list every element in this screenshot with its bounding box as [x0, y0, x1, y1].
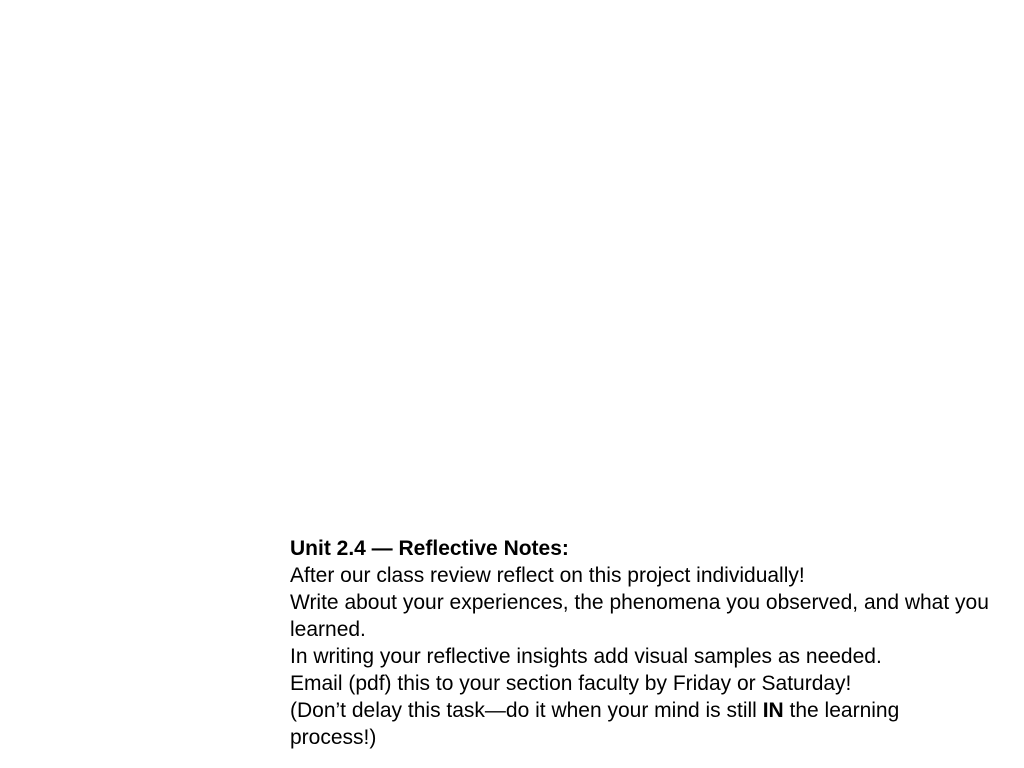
notes-line-email: Email (pdf) this to your section faculty… [290, 672, 852, 695]
notes-line-visual-samples: In writing your reflective insights add … [290, 645, 882, 668]
dont-delay-pre: (Don’t delay this task—do it when your m… [290, 699, 763, 722]
notes-title: Unit 2.4 — Reflective Notes: [290, 537, 569, 560]
notes-line-review: After our class review reflect on this p… [290, 564, 805, 587]
dont-delay-emphasis: IN [762, 699, 784, 722]
notes-line-dont-delay: (Don’t delay this task—do it when your m… [290, 697, 990, 751]
notes-line-write-about: Write about your experiences, the phenom… [290, 591, 989, 641]
reflective-notes-block: Unit 2.4 — Reflective Notes: After our c… [290, 535, 990, 751]
